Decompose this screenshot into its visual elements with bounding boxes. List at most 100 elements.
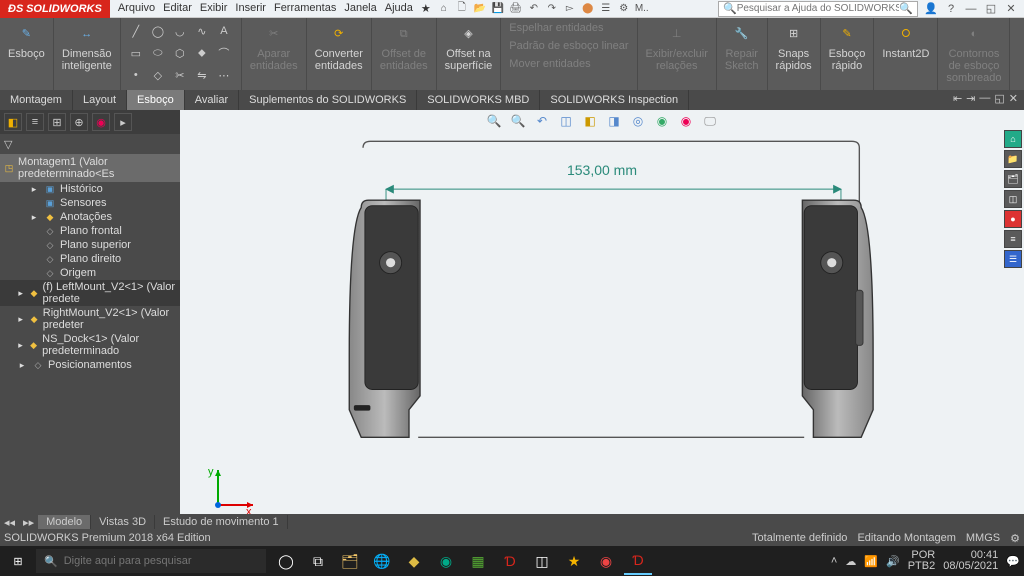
instant2d-button[interactable]: ⭘Instant2D (874, 18, 938, 90)
orientation-triad[interactable]: x y (208, 465, 258, 518)
panel-expand-icon[interactable]: ⇥ (966, 92, 975, 108)
app-icon-6[interactable]: ◉ (592, 547, 620, 575)
app-icon-4[interactable]: ◫ (528, 547, 556, 575)
expand-icon[interactable]: ▸ (16, 313, 25, 325)
menu-editar[interactable]: Editar (163, 2, 192, 15)
menu-exibir[interactable]: Exibir (200, 2, 228, 15)
tree-item[interactable]: ▸◆NS_Dock<1> (Valor predeterminado (0, 332, 180, 358)
tree-item[interactable]: ▸◇Posicionamentos (0, 358, 180, 372)
circle-icon[interactable]: ◯ (149, 22, 167, 40)
tray-lang2[interactable]: PTB2 (908, 561, 936, 572)
fm-tab-dim-icon[interactable]: ⊕ (70, 113, 88, 131)
arc-icon[interactable]: ◡ (171, 22, 189, 40)
tab-suplementos[interactable]: Suplementos do SOLIDWORKS (239, 90, 417, 110)
zoom-fit-icon[interactable]: 🔍 (485, 112, 503, 130)
status-gear-icon[interactable]: ⚙ (1010, 532, 1020, 545)
spline-icon[interactable]: ∿ (193, 22, 211, 40)
menu-arquivo[interactable]: Arquivo (118, 2, 155, 15)
fillet-icon[interactable]: ⌒ (215, 44, 233, 62)
display-relations-button[interactable]: ⊥Exibir/excluir relações (638, 18, 717, 90)
taskview-icon[interactable]: ⧉ (304, 547, 332, 575)
section-icon[interactable]: ◫ (557, 112, 575, 130)
tab-avaliar[interactable]: Avaliar (185, 90, 239, 110)
offset-button[interactable]: ⧉Offset de entidades (372, 18, 437, 90)
options-icon[interactable]: ☰ (599, 2, 613, 16)
tree-item[interactable]: ▸◆RightMount_V2<1> (Valor predeter (0, 306, 180, 332)
display-style-icon[interactable]: ◨ (605, 112, 623, 130)
tray-cloud-icon[interactable]: ☁ (845, 555, 856, 568)
fm-tab-tree-icon[interactable]: ◧ (4, 113, 22, 131)
tree-item[interactable]: ◇Plano direito (0, 252, 180, 266)
move-entities-button[interactable]: Mover entidades (509, 58, 590, 70)
offset-surface-button[interactable]: ◈Offset na superfície (437, 18, 502, 90)
tree-item[interactable]: ◇Plano superior (0, 238, 180, 252)
slot-icon[interactable]: ⬭ (149, 44, 167, 62)
ellipse-icon[interactable]: ⬥ (193, 44, 211, 62)
open-icon[interactable]: 📂 (473, 2, 487, 16)
filter-icon[interactable]: ▽ (4, 138, 12, 151)
search-input[interactable] (737, 3, 900, 14)
tabs-nav-left-icon[interactable]: ◂◂ (0, 516, 19, 529)
redo-icon[interactable]: ↷ (545, 2, 559, 16)
appearance-icon[interactable]: ◉ (653, 112, 671, 130)
tree-root[interactable]: ◳ Montagem1 (Valor predeterminado<Es (0, 154, 180, 182)
close-icon[interactable]: ✕ (1004, 2, 1018, 16)
polygon-icon[interactable]: ⬡ (171, 44, 189, 62)
shaded-contours-button[interactable]: ◐Contornos de esboço sombreado (938, 18, 1010, 90)
trim-button[interactable]: ✂Aparar entidades (242, 18, 307, 90)
tab-modelo[interactable]: Modelo (38, 515, 91, 529)
sketch-button[interactable]: ✎ Esboço (0, 18, 54, 90)
convert-button[interactable]: ⟳Converter entidades (307, 18, 372, 90)
panel-close-icon[interactable]: ✕ (1009, 92, 1018, 108)
tab-motion[interactable]: Estudo de movimento 1 (155, 515, 288, 529)
restore-icon[interactable]: ◱ (984, 2, 998, 16)
expand-icon[interactable]: ▸ (28, 183, 40, 195)
undo-icon[interactable]: ↶ (527, 2, 541, 16)
tabs-nav-right-icon[interactable]: ▸▸ (19, 516, 38, 529)
solidworks-taskbar-icon[interactable]: Ɗ (496, 547, 524, 575)
text-icon[interactable]: A (215, 22, 233, 40)
fm-tab-more-icon[interactable]: ▸ (114, 113, 132, 131)
minimize-icon[interactable]: — (964, 2, 978, 16)
menu-ferramentas[interactable]: Ferramentas (274, 2, 336, 15)
panel-collapse-icon[interactable]: ⇤ (953, 92, 962, 108)
help-icon[interactable]: ? (944, 2, 958, 16)
linear-pattern-button[interactable]: Padrão de esboço linear (509, 40, 628, 52)
fm-tab-prop-icon[interactable]: ≡ (26, 113, 44, 131)
app-icon-2[interactable]: ◉ (432, 547, 460, 575)
tree-item[interactable]: ▣Sensores (0, 196, 180, 210)
trim-icon[interactable]: ✂ (171, 66, 189, 84)
scene-icon[interactable]: ◉ (677, 112, 695, 130)
hide-show-icon[interactable]: ◎ (629, 112, 647, 130)
view-settings-icon[interactable]: 🖵 (701, 112, 719, 130)
tree-item[interactable]: ◇Plano frontal (0, 224, 180, 238)
chrome-icon[interactable]: 🌐 (368, 547, 396, 575)
app-icon-5[interactable]: ★ (560, 547, 588, 575)
tree-item[interactable]: ▸▣Histórico (0, 182, 180, 196)
menu-janela[interactable]: Janela (344, 2, 376, 15)
tray-notifications-icon[interactable]: 💬 (1006, 555, 1020, 568)
print-icon[interactable]: 🖨 (509, 2, 523, 16)
menu-pin-icon[interactable]: ★ (421, 2, 431, 15)
zoom-area-icon[interactable]: 🔍 (509, 112, 527, 130)
menu-inserir[interactable]: Inserir (235, 2, 266, 15)
quick-snaps-button[interactable]: ⊞Snaps rápidos (768, 18, 821, 90)
rect-icon[interactable]: ▭ (127, 44, 145, 62)
user-icon[interactable]: 👤 (924, 2, 938, 16)
plane-icon[interactable]: ◇ (149, 66, 167, 84)
tree-item[interactable]: ▸◆(f) LeftMount_V2<1> (Valor predete (0, 280, 180, 306)
panel-max-icon[interactable]: ◱ (994, 92, 1004, 108)
tray-wifi-icon[interactable]: 📶 (864, 555, 878, 568)
start-button[interactable]: ⊞ (0, 546, 36, 576)
panel-min-icon[interactable]: — (979, 92, 990, 108)
prev-view-icon[interactable]: ↶ (533, 112, 551, 130)
expand-icon[interactable]: ▸ (16, 287, 25, 299)
tray-up-icon[interactable]: ˄ (831, 555, 837, 567)
expand-icon[interactable]: ▸ (28, 211, 40, 223)
explorer-icon[interactable]: 🗂 (336, 547, 364, 575)
smart-dimension-button[interactable]: ↔ Dimensão inteligente (54, 18, 121, 90)
mirror-entities-button[interactable]: Espelhar entidades (509, 22, 603, 34)
tab-mbd[interactable]: SOLIDWORKS MBD (417, 90, 540, 110)
tree-item[interactable]: ▸◆Anotações (0, 210, 180, 224)
search-go-icon[interactable]: 🔍 (899, 2, 913, 15)
